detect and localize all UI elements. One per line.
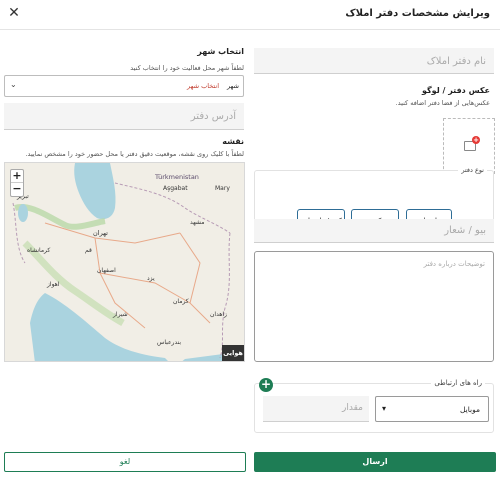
address-placeholder: آدرس دفتر (190, 111, 236, 122)
map-label-zahedan: زاهدان (210, 311, 227, 318)
plus-badge-icon: + (472, 136, 480, 144)
cancel-button[interactable]: لغو (4, 452, 246, 472)
office-type-label: نوع دفتر (458, 166, 487, 174)
description-textarea[interactable]: توضیحات درباره دفتر (254, 251, 494, 362)
contact-methods-group: راه های ارتباطی + موبایل ▾ مقدار (254, 378, 494, 433)
map-label-tehran: تهران (93, 229, 108, 237)
persian-gulf (30, 293, 168, 361)
caspian-sea (74, 163, 116, 220)
chevron-down-icon: ⌄ (10, 80, 17, 89)
map-label-isfahan: اصفهان (97, 267, 116, 274)
border-east (219, 232, 231, 359)
map-label-turkmenistan: Türkmenistan (155, 173, 199, 181)
send-button[interactable]: ارسال (254, 452, 496, 472)
map-label-mary: Mary (215, 185, 230, 192)
logo-title: عکس دفتر / لوگو (422, 86, 490, 95)
map-label-yazd: یزد (147, 275, 155, 282)
city-select[interactable]: شهر انتخاب شهر ⌄ (4, 75, 244, 97)
map-label-bandar-abbas: بندرعباس (157, 339, 182, 346)
city-hint: لطفاً شهر محل فعالیت خود را انتخاب کنید (130, 64, 244, 72)
city-select-value: انتخاب شهر (187, 82, 219, 90)
plus-icon[interactable]: + (259, 378, 273, 392)
chevron-down-icon: ▾ (382, 404, 387, 413)
map-label-kermanshah: کرمانشاه (27, 247, 51, 254)
map-zoom-control: + − (10, 169, 24, 197)
city-title: انتخاب شهر (197, 47, 244, 56)
map-label-ahvaz: اهواز (47, 281, 60, 288)
map-hint: لطفاً با کلیک روی نقشه، موقعیت دقیق دفتر… (25, 150, 244, 158)
road-4 (179, 232, 201, 304)
office-name-field[interactable]: نام دفتر املاک (254, 48, 494, 74)
map-label-mashhad: مشهد (190, 219, 205, 226)
contact-type-value: موبایل (459, 405, 480, 414)
contact-amount-field[interactable]: مقدار (263, 396, 369, 422)
office-name-placeholder: نام دفتر املاک (426, 56, 486, 67)
map-label-ashgabat: Aşgabat (163, 185, 188, 192)
dialog-title: ویرایش مشخصات دفتر املاک (345, 8, 490, 19)
bio-field[interactable]: بیو / شعار (254, 219, 494, 243)
map-label-shiraz: شیراز (113, 311, 128, 318)
satellite-toggle-button[interactable]: هوایی (222, 345, 244, 361)
address-field[interactable]: آدرس دفتر (4, 103, 244, 130)
city-select-label: شهر (226, 82, 239, 90)
close-icon[interactable]: ✕ (6, 5, 22, 21)
map-label-kerman: کرمان (173, 298, 189, 305)
map-graphic (12, 163, 244, 361)
dialog-header: ویرایش مشخصات دفتر املاک ✕ (0, 0, 500, 30)
logo-hint: عکس‌هایی از فضا دفتر اضافه کنید. (395, 99, 490, 107)
description-placeholder: توضیحات درباره دفتر (423, 260, 485, 268)
bio-placeholder: بیو / شعار (444, 225, 486, 236)
lake-urmia (18, 204, 28, 222)
map-label-qom: قم (85, 247, 92, 254)
contact-amount-placeholder: مقدار (342, 403, 363, 413)
contact-type-select[interactable]: موبایل ▾ (375, 396, 489, 422)
location-map[interactable]: Türkmenistan Aşgabat Mary تهران اصفهان ش… (4, 162, 245, 362)
map-title: نقشه (222, 137, 244, 146)
contact-methods-label: راه های ارتباطی (431, 379, 485, 387)
zoom-out-button[interactable]: − (11, 183, 23, 196)
